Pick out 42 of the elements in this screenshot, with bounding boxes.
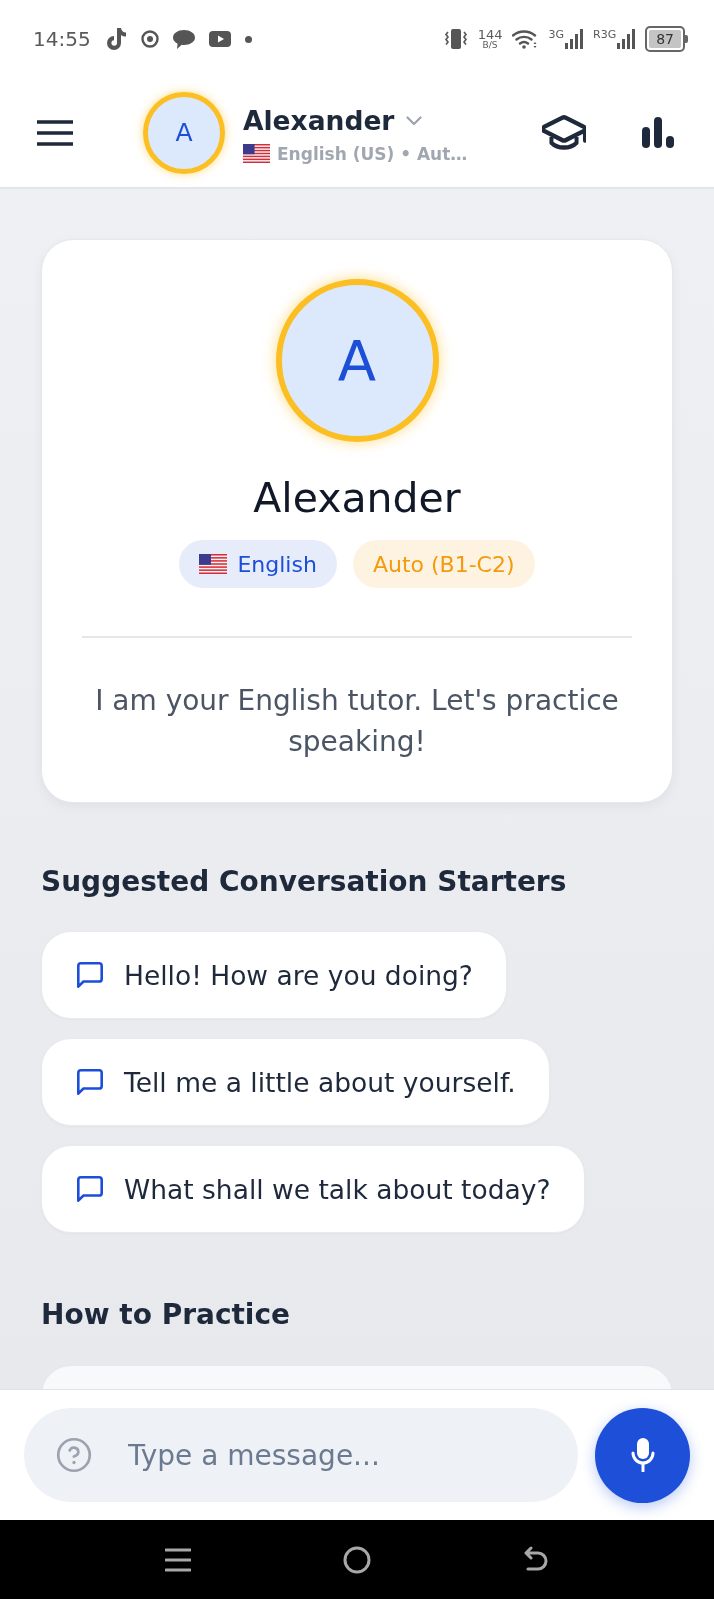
recent-apps-icon[interactable]: [165, 1547, 192, 1572]
tutor-avatar: A: [143, 91, 225, 174]
tutor-avatar: A: [275, 279, 439, 442]
data-rate: 144: [477, 28, 503, 41]
section-title: How to Practice: [41, 1297, 292, 1333]
signal-icon: [617, 29, 636, 49]
flag-icon: [243, 144, 270, 163]
section-title: Suggested Conversation Starters: [41, 864, 568, 900]
music-note-icon: [106, 27, 127, 51]
tutor-name: Alexander: [243, 104, 395, 137]
tutor-name: Alexander: [253, 473, 461, 523]
microphone-button[interactable]: [595, 1407, 690, 1503]
network-type: R3G: [593, 29, 617, 40]
flag-icon: [199, 554, 228, 574]
chat-icon: [77, 1069, 103, 1095]
play-icon: [208, 31, 231, 47]
tutor-subtitle: English (US) • Aut…: [277, 142, 468, 165]
level-tag: Auto (B1-C2): [352, 540, 535, 588]
microphone-icon: [630, 1438, 655, 1472]
bar-chart-icon[interactable]: [642, 117, 674, 148]
starter-button[interactable]: Tell me a little about yourself.: [41, 1038, 550, 1126]
data-rate-unit: B/S: [482, 41, 498, 50]
starter-button[interactable]: What shall we talk about today?: [41, 1145, 585, 1233]
tag-label: English: [237, 551, 317, 577]
dot-icon: [244, 35, 252, 43]
vibrate-icon: [443, 28, 468, 50]
signal-icon: [565, 29, 583, 49]
chat-icon: [77, 1176, 103, 1202]
status-time: 14:55: [33, 27, 91, 51]
home-icon[interactable]: [343, 1545, 371, 1574]
back-icon[interactable]: [522, 1545, 549, 1574]
tutor-intro-text: I am your English tutor. Let's practice speaking!: [94, 683, 620, 760]
menu-icon[interactable]: [37, 119, 73, 146]
graduation-cap-icon[interactable]: [542, 114, 586, 151]
chat-icon: [77, 962, 103, 988]
message-input[interactable]: Type a message...: [24, 1408, 578, 1502]
battery-indicator: 87: [645, 26, 688, 52]
speech-bubble-icon: [172, 29, 195, 49]
ring-icon: [140, 30, 159, 48]
wifi-icon: [512, 29, 539, 49]
network-type: 3G: [548, 29, 564, 40]
starter-button[interactable]: Hello! How are you doing?: [41, 931, 507, 1019]
